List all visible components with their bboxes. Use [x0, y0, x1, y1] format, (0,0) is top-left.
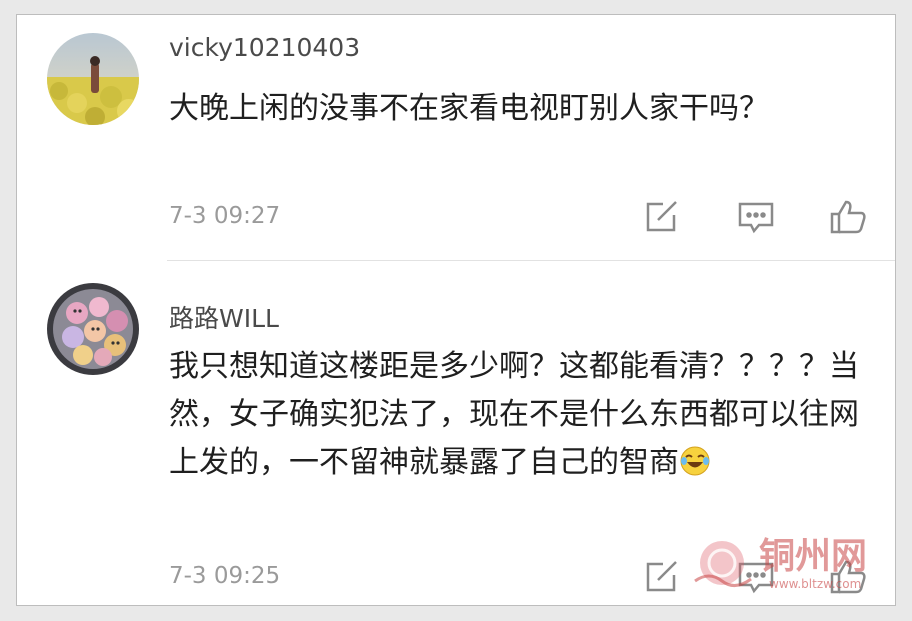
comment-list: vicky10210403 大晚上闲的没事不在家看电视盯别人家干吗？ 7-3 0… [16, 14, 896, 606]
comment-icon[interactable] [737, 199, 775, 235]
comment-item: vicky10210403 大晚上闲的没事不在家看电视盯别人家干吗？ 7-3 0… [17, 15, 895, 260]
username[interactable]: vicky10210403 [169, 33, 360, 62]
timestamp: 7-3 09:25 [169, 563, 281, 589]
username[interactable]: 路路WILL [169, 299, 279, 335]
comment-text: 大晚上闲的没事不在家看电视盯别人家干吗？ [169, 91, 769, 126]
edit-icon[interactable] [643, 559, 681, 595]
avatar[interactable] [47, 283, 139, 375]
watermark-name: 铜州网 [759, 535, 868, 577]
comment-text: 我只想知道这楼距是多少啊？这都能看清？？？？当然，女子确实犯法了，现在不是什么东… [169, 343, 879, 487]
watermark-url: www.bltzw.com [769, 577, 862, 591]
edit-icon[interactable] [643, 199, 681, 235]
laughing-crying-emoji-icon [679, 444, 711, 476]
watermark-logo-icon [694, 541, 752, 587]
watermark: 铜州网 www.bltzw.com [689, 533, 889, 599]
thumbs-up-icon[interactable] [829, 199, 867, 235]
comment-text-body: 我只想知道这楼距是多少啊？这都能看清？？？？当然，女子确实犯法了，现在不是什么东… [169, 349, 859, 480]
avatar[interactable] [47, 33, 139, 125]
timestamp: 7-3 09:27 [169, 203, 281, 229]
